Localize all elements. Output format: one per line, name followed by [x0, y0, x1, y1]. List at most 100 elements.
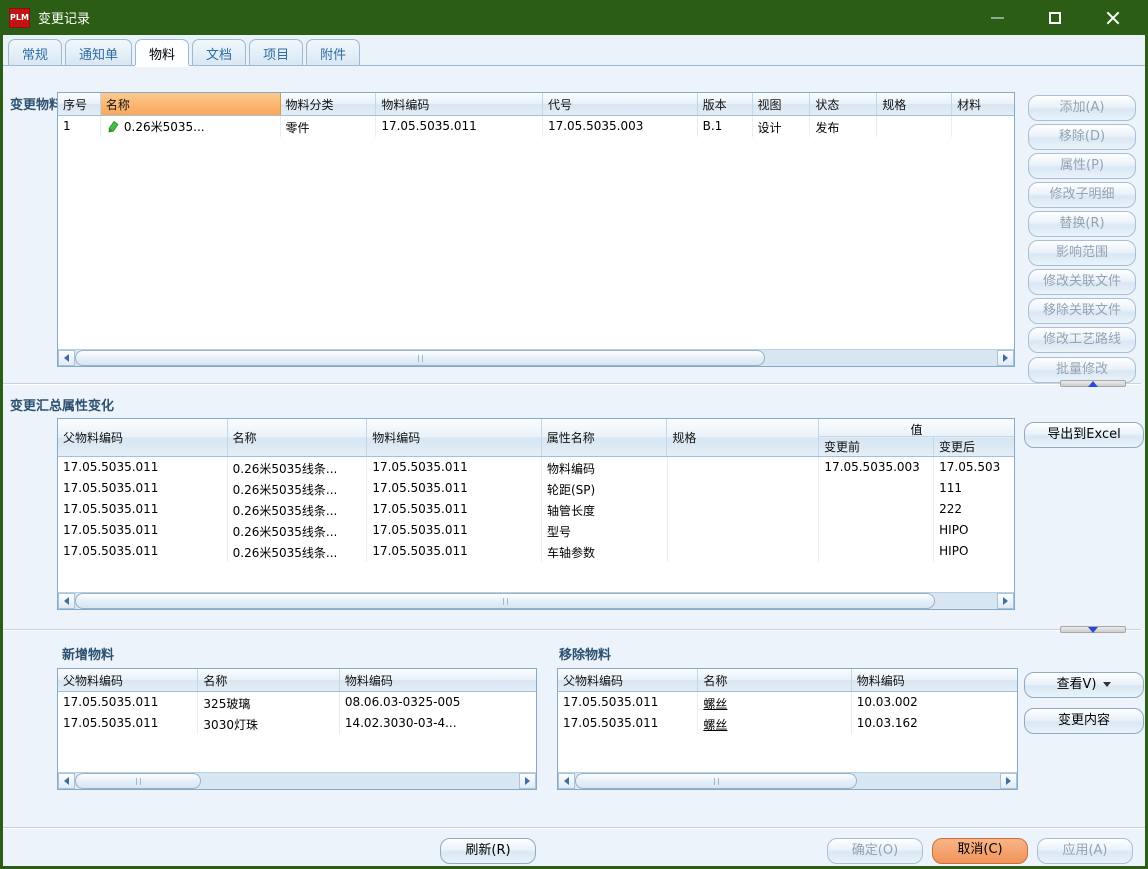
close-button[interactable]: [1084, 0, 1142, 35]
column-header[interactable]: 规格: [667, 419, 819, 456]
tab-attachment[interactable]: 附件: [306, 39, 360, 65]
scrollbar-track[interactable]: [75, 773, 519, 789]
cell: 222: [934, 499, 1014, 520]
cell: 0.26米5035线条...: [228, 499, 368, 520]
scroll-right-button[interactable]: [1000, 773, 1017, 789]
cancel-button[interactable]: 取消(C): [932, 838, 1028, 864]
window-controls: [968, 0, 1142, 35]
table-row[interactable]: 17.05.5035.011 325玻璃 08.06.03-0325-005: [58, 692, 536, 713]
cell-view: 设计: [753, 116, 811, 137]
cell: 111: [934, 478, 1014, 499]
table-row[interactable]: 17.05.5035.011 螺丝 10.03.162: [558, 713, 1017, 734]
group-header-value[interactable]: 值: [819, 419, 1014, 437]
cell: 轴管长度: [542, 499, 668, 520]
column-header[interactable]: 代号: [543, 93, 698, 115]
column-header[interactable]: 版本: [698, 93, 753, 115]
column-header[interactable]: 名称: [228, 419, 368, 456]
title-bar: PLM 变更记录: [0, 0, 1148, 35]
properties-button[interactable]: 属性(P): [1028, 153, 1136, 179]
part-icon: [106, 120, 120, 133]
scroll-left-button[interactable]: [58, 773, 75, 789]
apply-button[interactable]: 应用(A): [1037, 838, 1133, 864]
table-row[interactable]: 17.05.5035.011 0.26米5035线条... 17.05.5035…: [58, 520, 1014, 541]
scroll-left-button[interactable]: [58, 350, 75, 366]
column-header-highlighted[interactable]: 名称: [101, 93, 281, 115]
impact-scope-button[interactable]: 影响范围: [1028, 240, 1136, 266]
value-group-header: 值 变更前 变更后: [819, 419, 1014, 456]
column-header[interactable]: 物料编码: [852, 669, 1017, 691]
column-header-after[interactable]: 变更后: [934, 437, 1014, 455]
refresh-button[interactable]: 刷新(R): [440, 838, 536, 864]
column-header[interactable]: 父物料编码: [558, 669, 698, 691]
maximize-button[interactable]: [1026, 0, 1084, 35]
arrow-right-icon: [1003, 597, 1008, 605]
cell: 17.05.5035.011: [58, 478, 228, 499]
arrow-left-icon: [64, 354, 69, 362]
tab-document[interactable]: 文档: [192, 39, 246, 65]
edit-linked-files-button[interactable]: 修改关联文件: [1028, 269, 1136, 295]
scrollbar-track[interactable]: [75, 593, 997, 609]
column-header[interactable]: 状态: [810, 93, 877, 115]
cell: 17.05.503: [934, 457, 1014, 478]
change-content-button[interactable]: 变更内容: [1024, 708, 1144, 734]
scroll-left-button[interactable]: [558, 773, 575, 789]
edit-process-route-button[interactable]: 修改工艺路线: [1028, 327, 1136, 353]
splitter-handle[interactable]: [1060, 626, 1126, 633]
export-to-excel-button[interactable]: 导出到Excel: [1024, 422, 1144, 448]
scroll-right-button[interactable]: [519, 773, 536, 789]
table-row[interactable]: 17.05.5035.011 3030灯珠 14.02.3030-03-4...: [58, 713, 536, 734]
column-header[interactable]: 规格: [877, 93, 952, 115]
column-header[interactable]: 序号: [58, 93, 101, 115]
added-material-table: 父物料编码 名称 物料编码 17.05.5035.011 325玻璃 08.06…: [57, 668, 537, 790]
table-row[interactable]: 17.05.5035.011 螺丝 10.03.002: [558, 692, 1017, 713]
tab-project[interactable]: 项目: [249, 39, 303, 65]
section-label-change-material: 变更物料: [10, 94, 62, 113]
ok-button[interactable]: 确定(O): [827, 838, 923, 864]
cell: 17.05.5035.011: [367, 499, 542, 520]
cell: 14.02.3030-03-4...: [340, 713, 536, 734]
tab-material[interactable]: 物料: [135, 39, 189, 65]
scrollbar-thumb[interactable]: [75, 773, 201, 789]
column-header[interactable]: 材料: [952, 93, 1014, 115]
section-label-removed-material: 移除物料: [559, 644, 611, 663]
column-header[interactable]: 名称: [198, 669, 339, 691]
column-header[interactable]: 物料编码: [376, 93, 543, 115]
column-header[interactable]: 视图: [753, 93, 811, 115]
view-dropdown-button[interactable]: 查看V): [1024, 672, 1144, 698]
thumb-grip-icon: [418, 355, 423, 362]
column-header[interactable]: 物料编码: [367, 419, 542, 456]
splitter-handle[interactable]: [1060, 380, 1126, 387]
remove-linked-files-button[interactable]: 移除关联文件: [1028, 298, 1136, 324]
minimize-button[interactable]: [968, 0, 1026, 35]
scroll-right-button[interactable]: [997, 350, 1014, 366]
table-row[interactable]: 17.05.5035.011 0.26米5035线条... 17.05.5035…: [58, 478, 1014, 499]
column-header[interactable]: 物料分类: [281, 93, 377, 115]
cell: 车轴参数: [542, 541, 668, 562]
column-header[interactable]: 物料编码: [340, 669, 536, 691]
edit-sub-detail-button[interactable]: 修改子明细: [1028, 182, 1136, 208]
removed-material-header: 父物料编码 名称 物料编码: [558, 669, 1017, 692]
column-header[interactable]: 父物料编码: [58, 419, 228, 456]
scrollbar-track[interactable]: [575, 773, 1000, 789]
scroll-right-button[interactable]: [997, 593, 1014, 609]
scrollbar-thumb[interactable]: [575, 773, 857, 789]
scrollbar-thumb[interactable]: [75, 593, 935, 609]
remove-button[interactable]: 移除(D): [1028, 124, 1136, 150]
add-button[interactable]: 添加(A): [1028, 95, 1136, 121]
column-header[interactable]: 属性名称: [542, 419, 668, 456]
replace-button[interactable]: 替换(R): [1028, 211, 1136, 237]
column-header[interactable]: 父物料编码: [58, 669, 198, 691]
cell: [668, 478, 820, 499]
scrollbar-thumb[interactable]: [75, 350, 765, 366]
column-header-before[interactable]: 变更前: [819, 437, 934, 455]
cell: 17.05.5035.011: [367, 520, 542, 541]
tab-general[interactable]: 常规: [8, 39, 62, 65]
table-row[interactable]: 1 0.26米5035... 零件 17.05.5035.011 17.05.5…: [58, 116, 1014, 137]
table-row[interactable]: 17.05.5035.011 0.26米5035线条... 17.05.5035…: [58, 457, 1014, 478]
tab-notice[interactable]: 通知单: [65, 39, 132, 65]
scroll-left-button[interactable]: [58, 593, 75, 609]
table-row[interactable]: 17.05.5035.011 0.26米5035线条... 17.05.5035…: [58, 541, 1014, 562]
scrollbar-track[interactable]: [75, 350, 997, 366]
column-header[interactable]: 名称: [698, 669, 851, 691]
table-row[interactable]: 17.05.5035.011 0.26米5035线条... 17.05.5035…: [58, 499, 1014, 520]
